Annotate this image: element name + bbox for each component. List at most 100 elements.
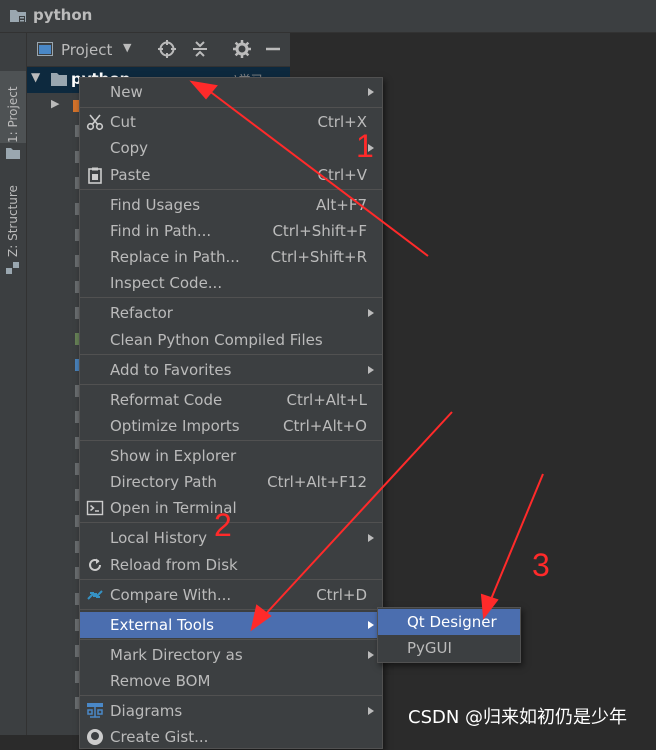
- folder-icon: [51, 73, 67, 86]
- gear-icon[interactable]: [232, 39, 252, 59]
- menu-separator: [80, 609, 382, 610]
- locate-icon[interactable]: [157, 39, 177, 59]
- menu-item-label: Reload from Disk: [110, 556, 238, 574]
- chevron-down-icon[interactable]: ▼: [123, 41, 131, 54]
- structure-icon: [6, 262, 19, 274]
- annotation-label-1: 1: [356, 128, 374, 164]
- menu-item-cut[interactable]: Cut Ctrl+X: [80, 109, 382, 135]
- menu-item-new[interactable]: New: [80, 79, 382, 105]
- reload-icon: [89, 558, 101, 571]
- menu-item-shortcut: Ctrl+Shift+R: [270, 248, 367, 266]
- window-title: python: [33, 6, 93, 24]
- menu-item-label: Inspect Code...: [110, 274, 223, 292]
- title-bar: python: [0, 0, 656, 33]
- menu-item-show-in-explorer[interactable]: Show in Explorer: [80, 443, 382, 469]
- menu-item-label: Directory Path: [110, 473, 217, 491]
- menu-item-label: Clean Python Compiled Files: [110, 331, 323, 349]
- menu-item-reload-from-disk[interactable]: Reload from Disk: [80, 552, 382, 578]
- menu-item-add-to-favorites[interactable]: Add to Favorites: [80, 357, 382, 383]
- compare-icon: [87, 590, 103, 600]
- menu-item-label: Mark Directory as: [110, 646, 243, 664]
- menu-separator: [80, 639, 382, 640]
- menu-separator: [80, 384, 382, 385]
- minimize-icon[interactable]: [263, 39, 283, 59]
- tab-project[interactable]: 1: Project: [0, 71, 26, 143]
- menu-separator: [80, 107, 382, 108]
- menu-item-shortcut: Ctrl+Shift+F: [272, 222, 367, 240]
- menu-item-find-in-path[interactable]: Find in Path... Ctrl+Shift+F: [80, 218, 382, 244]
- menu-separator: [80, 579, 382, 580]
- menu-item-label: Reformat Code: [110, 391, 223, 409]
- terminal-icon: [86, 500, 104, 516]
- submenu-item-pygui[interactable]: PyGUI: [378, 635, 520, 661]
- menu-item-label: Remove BOM: [110, 672, 211, 690]
- folder-icon: [6, 148, 20, 159]
- submenu-arrow-icon: [368, 707, 374, 715]
- project-view-icon: [37, 42, 53, 56]
- menu-item-inspect-code[interactable]: Inspect Code...: [80, 270, 382, 296]
- project-panel-header: Project ▼: [27, 33, 290, 67]
- tool-window-strip: 1: Project Z: Structure: [0, 33, 27, 735]
- menu-item-shortcut: Ctrl+D: [316, 586, 367, 604]
- submenu-arrow-icon: [368, 88, 374, 96]
- project-view-dropdown[interactable]: Project: [61, 41, 112, 59]
- menu-item-shortcut: Ctrl+V: [317, 166, 367, 184]
- expand-arrow-icon[interactable]: ▶: [51, 97, 59, 110]
- menu-separator: [80, 440, 382, 441]
- menu-item-shortcut: Alt+F7: [315, 196, 367, 214]
- scissors-icon: [86, 114, 104, 131]
- menu-separator: [80, 189, 382, 190]
- tab-structure-label: Z: Structure: [6, 185, 20, 257]
- submenu-item-label: Qt Designer: [407, 613, 497, 631]
- submenu-item-label: PyGUI: [407, 639, 452, 657]
- menu-item-diagrams[interactable]: Diagrams: [80, 698, 382, 724]
- menu-item-shortcut: Ctrl+Alt+F12: [267, 473, 367, 491]
- submenu-arrow-icon: [368, 621, 374, 629]
- external-tools-submenu: Qt Designer PyGUI: [377, 607, 521, 663]
- menu-separator: [80, 297, 382, 298]
- menu-item-label: Find in Path...: [110, 222, 212, 240]
- collapse-all-icon[interactable]: [190, 39, 210, 59]
- tab-project-label: 1: Project: [6, 86, 20, 143]
- menu-item-refactor[interactable]: Refactor: [80, 300, 382, 326]
- menu-item-label: Find Usages: [110, 196, 201, 214]
- menu-item-label: Diagrams: [110, 702, 183, 720]
- diagram-icon: [87, 703, 103, 718]
- menu-item-compare-with[interactable]: Compare With... Ctrl+D: [80, 582, 382, 608]
- menu-item-label: Create Gist...: [110, 728, 209, 746]
- menu-separator: [80, 354, 382, 355]
- github-icon: [87, 729, 103, 745]
- watermark: CSDN @归来如初仍是少年: [408, 707, 628, 728]
- menu-item-paste[interactable]: Paste Ctrl+V: [80, 162, 382, 188]
- submenu-item-qt-designer[interactable]: Qt Designer: [378, 609, 520, 635]
- menu-item-label: Show in Explorer: [110, 447, 237, 465]
- menu-item-label: Add to Favorites: [110, 361, 232, 379]
- menu-item-create-gist[interactable]: Create Gist...: [80, 724, 382, 750]
- menu-item-copy[interactable]: Copy: [80, 135, 382, 161]
- menu-item-mark-directory-as[interactable]: Mark Directory as: [80, 642, 382, 668]
- expand-arrow-icon[interactable]: ▼: [31, 70, 40, 84]
- tab-structure[interactable]: Z: Structure: [0, 179, 26, 257]
- context-menu: New Cut Ctrl+X Copy Paste Ctrl+V Find Us…: [79, 77, 383, 749]
- menu-item-directory-path[interactable]: Directory Path Ctrl+Alt+F12: [80, 469, 382, 495]
- menu-item-shortcut: Ctrl+Alt+L: [286, 391, 368, 409]
- menu-item-external-tools[interactable]: External Tools: [80, 612, 382, 638]
- menu-item-label: Optimize Imports: [110, 417, 240, 435]
- menu-separator: [80, 695, 382, 696]
- menu-item-remove-bom[interactable]: Remove BOM: [80, 668, 382, 694]
- menu-item-optimize-imports[interactable]: Optimize Imports Ctrl+Alt+O: [80, 413, 382, 439]
- submenu-arrow-icon: [368, 651, 374, 659]
- menu-item-reformat-code[interactable]: Reformat Code Ctrl+Alt+L: [80, 387, 382, 413]
- submenu-arrow-icon: [368, 534, 374, 542]
- menu-item-label: Copy: [110, 139, 149, 157]
- annotation-label-3: 3: [532, 547, 550, 583]
- project-folder-icon: [10, 10, 26, 23]
- menu-item-label: Local History: [110, 529, 208, 547]
- annotation-label-2: 2: [214, 507, 232, 543]
- menu-item-label: Replace in Path...: [110, 248, 240, 266]
- menu-item-label: Refactor: [110, 304, 173, 322]
- menu-item-label: New: [110, 83, 143, 101]
- menu-item-replace-in-path[interactable]: Replace in Path... Ctrl+Shift+R: [80, 244, 382, 270]
- menu-item-clean-compiled[interactable]: Clean Python Compiled Files: [80, 327, 382, 353]
- menu-item-find-usages[interactable]: Find Usages Alt+F7: [80, 192, 382, 218]
